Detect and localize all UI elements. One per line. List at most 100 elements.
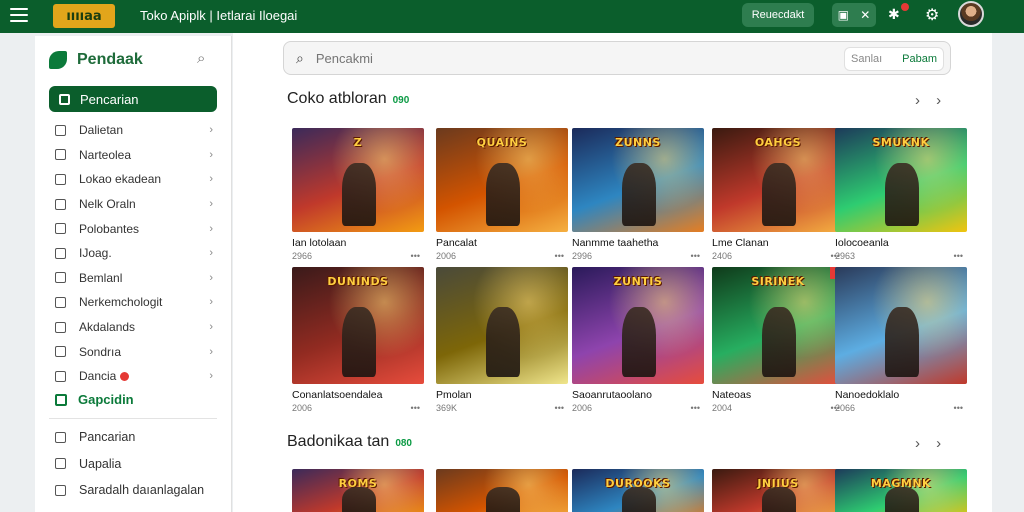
game-card[interactable]: MAGMNK [835,469,967,512]
sidebar-item-label: Pencarian [80,91,139,107]
search-bar[interactable]: ⌕ Sanlaı Pabam [283,41,951,75]
game-card[interactable]: Z Ian lotolaan 2966 ••• [292,128,424,261]
section-nav-arrows[interactable]: › › [915,92,947,109]
game-name[interactable]: Pmolan [436,389,568,401]
sidebar-item[interactable]: Lokao ekadean › [49,167,217,192]
search-filter-pill[interactable]: Sanlaı Pabam [844,47,944,71]
game-name[interactable]: Pancalat [436,237,568,249]
chevron-right-icon: › [209,321,213,334]
game-thumbnail[interactable]: Z [292,128,424,232]
search-icon[interactable]: ⌕ [197,50,205,67]
game-card[interactable]: ROMS [292,469,424,512]
more-options-icon[interactable]: ••• [691,403,700,413]
sidebar-item[interactable]: Narteolea › [49,143,217,168]
sidebar-item[interactable]: Polobantes › [49,216,217,241]
game-card[interactable]: ZUNTIS Saoanrutaoolano 2006 ••• [572,267,704,413]
game-card[interactable]: JNJIUS [712,469,844,512]
game-downloads: 2004 [712,403,733,413]
game-thumbnail[interactable] [436,469,568,512]
search-input[interactable] [315,50,736,66]
sidebar-item-label: Dancia [79,369,117,384]
game-thumbnail[interactable] [835,267,967,384]
more-options-icon[interactable]: ••• [555,251,564,261]
game-thumbnail[interactable]: ZUNNS [572,128,704,232]
game-name[interactable]: Nanoedoklalo [835,389,967,401]
game-art-title: ZUNTIS [613,275,663,288]
game-thumbnail[interactable]: DUNINDS [292,267,424,384]
game-card[interactable]: QUAINS Pancalat 2006 ••• [436,128,568,261]
action-button[interactable]: Reuecdakt [742,3,814,27]
chevron-right-icon: › [209,370,213,383]
game-card[interactable]: ZUNNS Nanmme taahetha 2996 ••• [572,128,704,261]
sidebar-header: Pendaak ⌕ [49,48,219,72]
game-meta: 2006 ••• [436,251,568,261]
game-thumbnail[interactable]: SMUKNK [835,128,967,232]
game-thumbnail[interactable]: MAGMNK [835,469,967,512]
game-card[interactable]: DUROOKS [572,469,704,512]
menu-icon[interactable] [10,8,28,22]
game-name[interactable]: Iolocoeanla [835,237,967,249]
game-thumbnail[interactable]: DUROOKS [572,469,704,512]
game-thumbnail[interactable]: QUAINS [436,128,568,232]
game-card[interactable]: SIRINEK Nateoas 2004 ••• [712,267,844,413]
sidebar-bottom-item[interactable]: Uapalia [49,451,217,478]
game-thumbnail[interactable] [436,267,568,384]
filter-action[interactable]: Pabam [902,53,937,65]
game-thumbnail[interactable]: SIRINEK [712,267,844,384]
game-card[interactable]: Pmolan 369K ••• [436,267,568,413]
game-thumbnail[interactable]: ZUNTIS [572,267,704,384]
sidebar-item[interactable]: Dalietan › [49,118,217,143]
sidebar-item[interactable]: IJoag. › [49,241,217,266]
sidebar-item-active[interactable]: Pencarian [49,86,217,112]
grid-icon[interactable]: ▣ [838,8,849,22]
sidebar: Pendaak ⌕ Pencarian Dalietan › Narteolea › L… [35,36,232,512]
settings-icon[interactable]: ⚙ [925,5,939,25]
game-thumbnail[interactable]: OAHGS [712,128,844,232]
game-card[interactable] [436,469,568,512]
avatar[interactable] [958,1,984,27]
menu-item-icon [55,272,66,284]
game-name[interactable]: Saoanrutaoolano [572,389,704,401]
sidebar-bottom-item[interactable]: Pancarian [49,424,217,451]
game-name[interactable]: Ian lotolaan [292,237,424,249]
more-options-icon[interactable]: ••• [411,251,420,261]
game-card[interactable]: OAHGS Lme Clanan 2406 ••• [712,128,844,261]
game-downloads: 2996 [572,251,593,261]
game-name[interactable]: Lme Clanan [712,237,844,249]
section-nav-arrows[interactable]: › › [915,435,947,452]
game-meta: 2963 ••• [835,251,967,261]
more-options-icon[interactable]: ••• [555,403,564,413]
sidebar-item[interactable]: Sondrıa › [49,339,217,364]
game-card[interactable]: SMUKNK Iolocoeanla 2963 ••• [835,128,967,261]
game-meta: 2006 ••• [292,403,424,413]
sidebar-item[interactable]: Bemlanl › [49,266,217,291]
sidebar-item[interactable]: Dancia › [49,364,217,389]
character-figure [885,163,920,226]
game-name[interactable]: Conanlatsoendalea [292,389,424,401]
game-downloads: 2006 [572,403,593,413]
sidebar-item[interactable]: Nerkemchologit › [49,290,217,315]
more-options-icon[interactable]: ••• [411,403,420,413]
game-thumbnail[interactable]: ROMS [292,469,424,512]
sidebar-item-label: Akdalands [79,320,136,335]
sidebar-item-label: Sondrıa [79,344,122,359]
notification-icon[interactable]: ✱ [888,6,900,23]
sidebar-item-green[interactable]: Gapcidin [55,392,134,407]
game-name[interactable]: Nanmme taahetha [572,237,704,249]
game-thumbnail[interactable]: JNJIUS [712,469,844,512]
game-meta: 2006 ••• [572,403,704,413]
game-art-title: QUAINS [476,136,528,149]
sidebar-item[interactable]: Nelk Oraln › [49,192,217,217]
more-options-icon[interactable]: ••• [954,403,963,413]
game-card[interactable]: DUNINDS Conanlatsoendalea 2006 ••• [292,267,424,413]
more-options-icon[interactable]: ••• [691,251,700,261]
game-card[interactable]: Nanoedoklalo 2066 ••• [835,267,967,413]
app-logo[interactable]: ııııaa [53,4,115,28]
more-options-icon[interactable]: ••• [954,251,963,261]
sidebar-item-label: Lokao ekadean [79,172,162,187]
sidebar-item[interactable]: Akdalands › [49,315,217,340]
game-name[interactable]: Nateoas [712,389,844,401]
sidebar-bottom-item[interactable]: Saradalh daıanlagalan [49,477,217,504]
filter-label: Sanlaı [851,53,883,65]
close-icon[interactable]: ✕ [860,8,870,22]
